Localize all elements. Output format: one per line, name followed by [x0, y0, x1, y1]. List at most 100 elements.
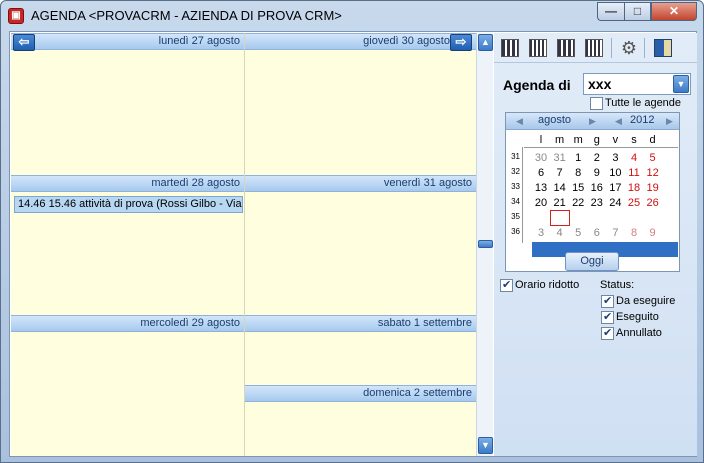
agenda-select[interactable]: xxx ▼: [583, 73, 691, 95]
week-number: 31: [511, 152, 520, 161]
calendar-day[interactable]: 16: [588, 181, 606, 195]
calendar-day[interactable]: 27: [532, 211, 550, 225]
week-view-icon[interactable]: [529, 39, 547, 57]
prev-year-icon[interactable]: ◀: [615, 116, 622, 127]
status-checkbox-annullato[interactable]: [601, 326, 614, 340]
today-marker: [549, 210, 570, 226]
calendar-day[interactable]: 3: [606, 151, 624, 165]
week-column-left: lunedì 27 agosto martedì 28 agosto 14.46…: [11, 33, 244, 456]
week-view: lunedì 27 agosto martedì 28 agosto 14.46…: [11, 33, 476, 456]
calendar-day[interactable]: 6: [532, 166, 550, 180]
next-week-button[interactable]: ⇨: [450, 34, 472, 51]
gear-icon[interactable]: ⚙: [620, 39, 638, 57]
maximize-button[interactable]: □: [624, 2, 651, 21]
calendar-day[interactable]: 24: [606, 196, 624, 210]
weekday-label: l: [539, 134, 543, 146]
calendar-day[interactable]: 5: [569, 226, 587, 240]
weekday-label: g: [593, 134, 600, 146]
appointment-item[interactable]: 14.46 15.46 attività di prova (Rossi Gil…: [14, 196, 243, 213]
day-header[interactable]: lunedì 27 agosto: [11, 33, 244, 50]
calendar-day[interactable]: 26: [644, 196, 662, 210]
calendar-day[interactable]: 22: [569, 196, 587, 210]
calendar-day[interactable]: 12: [644, 166, 662, 180]
calendar-day[interactable]: 25: [625, 196, 643, 210]
calendar-day[interactable]: 1: [625, 211, 643, 225]
calendar-day[interactable]: 7: [606, 226, 624, 240]
calendar-day[interactable]: 9: [588, 166, 606, 180]
calendar-day[interactable]: 8: [569, 166, 587, 180]
calendar-day[interactable]: 13: [532, 181, 550, 195]
scroll-up-button[interactable]: ▲: [478, 34, 493, 51]
calendar-header: ◀ agosto ▶ ◀ 2012 ▶: [506, 113, 679, 130]
scroll-down-button[interactable]: ▼: [478, 437, 493, 454]
day-cell[interactable]: mercoledì 29 agosto: [11, 315, 244, 456]
arrow-right-icon: ⇨: [455, 34, 467, 49]
window-title: AGENDA <PROVACRM - AZIENDA DI PROVA CRM>: [31, 8, 342, 23]
day-cell[interactable]: venerdì 31 agosto: [245, 175, 476, 315]
day-view-icon[interactable]: [501, 39, 519, 57]
day-cell[interactable]: sabato 1 settembre: [245, 315, 476, 385]
prev-week-button[interactable]: ⇦: [13, 34, 35, 51]
calendar-day[interactable]: 30: [532, 151, 550, 165]
calendar-day[interactable]: 15: [569, 181, 587, 195]
calendar-day[interactable]: 6: [588, 226, 606, 240]
next-month-icon[interactable]: ▶: [589, 116, 596, 127]
calendar-day[interactable]: 21: [551, 196, 569, 210]
day-cell[interactable]: martedì 28 agosto 14.46 15.46 attività d…: [11, 175, 244, 315]
vertical-scrollbar[interactable]: ▲ ▼: [476, 33, 493, 456]
day-header[interactable]: martedì 28 agosto: [11, 175, 244, 192]
close-button[interactable]: ✕: [651, 2, 697, 21]
calendar-day[interactable]: 31: [606, 211, 624, 225]
title-bar[interactable]: ▣ AGENDA <PROVACRM - AZIENDA DI PROVA CR…: [1, 1, 703, 31]
scroll-thumb[interactable]: [478, 240, 493, 248]
exit-door-icon[interactable]: [654, 39, 672, 57]
status-checkbox-da-eseguire[interactable]: [601, 294, 614, 308]
calendar-day[interactable]: 4: [625, 151, 643, 165]
day-cell[interactable]: lunedì 27 agosto: [11, 33, 244, 175]
client-area: lunedì 27 agosto martedì 28 agosto 14.46…: [9, 31, 697, 457]
calendar-day[interactable]: 19: [644, 181, 662, 195]
calendar-day[interactable]: 8: [625, 226, 643, 240]
calendar-day[interactable]: 2: [644, 211, 662, 225]
calendar-day[interactable]: 31: [551, 151, 569, 165]
calendar-day[interactable]: 9: [644, 226, 662, 240]
calendar-day[interactable]: 3: [532, 226, 550, 240]
chevron-down-icon: ▼: [676, 79, 686, 89]
workweek-view-icon[interactable]: [557, 39, 575, 57]
calendar-month[interactable]: agosto: [538, 114, 571, 126]
calendar-day[interactable]: 1: [569, 151, 587, 165]
weekday-label: s: [631, 134, 637, 146]
day-cell[interactable]: domenica 2 settembre: [245, 385, 476, 456]
calendar-day[interactable]: 11: [625, 166, 643, 180]
calendar-day[interactable]: 10: [606, 166, 624, 180]
calendar-day[interactable]: 4: [551, 226, 569, 240]
window-controls: — □ ✕: [597, 2, 697, 22]
orario-ridotto-checkbox[interactable]: [500, 278, 513, 292]
status-checkbox-eseguito[interactable]: [601, 310, 614, 324]
calendar-day[interactable]: 5: [644, 151, 662, 165]
day-header[interactable]: venerdì 31 agosto: [245, 175, 476, 192]
month-view-icon[interactable]: [585, 39, 603, 57]
calendar-day[interactable]: 29: [569, 211, 587, 225]
minimize-button[interactable]: —: [597, 2, 624, 21]
calendar-day[interactable]: 18: [625, 181, 643, 195]
all-agendas-checkbox[interactable]: [590, 97, 603, 110]
prev-month-icon[interactable]: ◀: [516, 116, 523, 127]
day-header[interactable]: domenica 2 settembre: [245, 385, 476, 402]
calendar-day[interactable]: 20: [532, 196, 550, 210]
calendar-day[interactable]: 23: [588, 196, 606, 210]
calendar-year[interactable]: 2012: [630, 114, 654, 126]
calendar-day[interactable]: 30: [588, 211, 606, 225]
today-button[interactable]: Oggi: [565, 252, 619, 271]
day-header[interactable]: mercoledì 29 agosto: [11, 315, 244, 332]
calendar-day[interactable]: 2: [588, 151, 606, 165]
calendar-day[interactable]: 14: [551, 181, 569, 195]
calendar-day[interactable]: 7: [551, 166, 569, 180]
dropdown-arrow-button[interactable]: ▼: [673, 75, 689, 93]
next-year-icon[interactable]: ▶: [666, 116, 673, 127]
day-header[interactable]: giovedì 30 agosto: [245, 33, 476, 50]
calendar-app-icon[interactable]: ▣: [8, 8, 24, 24]
day-cell[interactable]: giovedì 30 agosto: [245, 33, 476, 175]
calendar-day[interactable]: 17: [606, 181, 624, 195]
day-header[interactable]: sabato 1 settembre: [245, 315, 476, 332]
